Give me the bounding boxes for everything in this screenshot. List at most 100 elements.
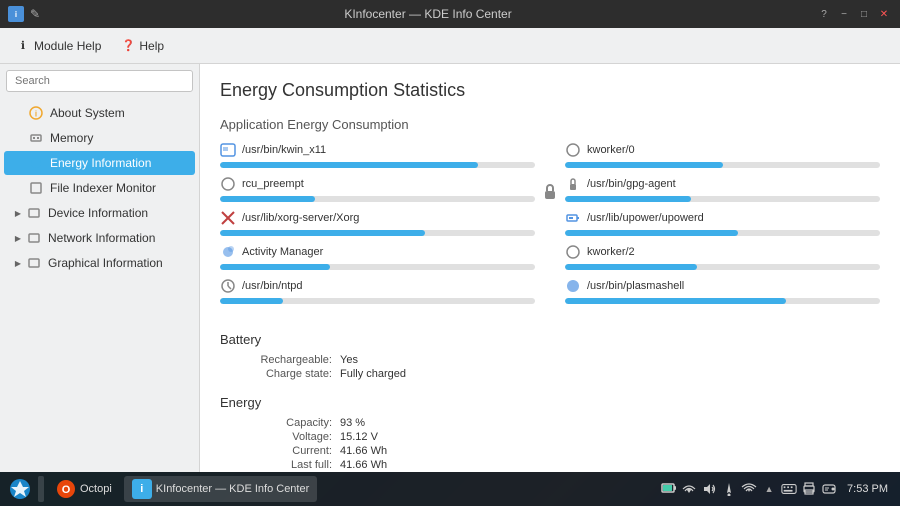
battery-section: Battery Rechargeable: Yes Charge state: …: [220, 332, 880, 381]
maximize-button[interactable]: □: [856, 6, 872, 22]
sidebar-item-energy-information[interactable]: Energy Information: [4, 151, 195, 175]
gpg-bar-container: [565, 196, 880, 202]
energy-icon: [28, 155, 44, 171]
rechargeable-value: Yes: [340, 354, 358, 366]
memory-label: Memory: [50, 131, 93, 145]
gpg-label: /usr/bin/gpg-agent: [587, 178, 676, 190]
wifi-icon[interactable]: [741, 481, 757, 497]
taskbar-octopi[interactable]: O Octopi: [48, 476, 120, 502]
charge-state-label: Charge state:: [220, 368, 340, 380]
graphical-information-label: Graphical Information: [48, 256, 163, 270]
plasmashell-bar: [565, 298, 786, 304]
systray: ▲: [661, 481, 837, 497]
energy-item-kworker0: kworker/0: [565, 142, 880, 168]
window-title: KInfocenter — KDE Info Center: [46, 7, 810, 21]
energy-item-upowerd: /usr/lib/upower/upowerd: [565, 210, 880, 236]
keyboard-icon[interactable]: [781, 481, 797, 497]
energy-item-xorg: /usr/lib/xorg-server/Xorg: [220, 210, 535, 236]
file-indexer-icon: [28, 180, 44, 196]
minimize-button[interactable]: −: [836, 6, 852, 22]
battery-charge-row: Charge state: Fully charged: [220, 367, 880, 381]
energy-item-kworker2: kworker/2: [565, 244, 880, 270]
help-menu[interactable]: ❓ Help: [113, 35, 172, 57]
energy-information-label: Energy Information: [50, 156, 151, 170]
energy-right-col: kworker/0 /usr/bin/gpg-agent: [565, 142, 880, 312]
energy-section: Energy Capacity: 93 % Voltage: 15.12 V C…: [220, 395, 880, 472]
activity-bar-container: [220, 264, 535, 270]
taskbar: O Octopi i KInfocenter — KDE Info Center: [0, 472, 900, 506]
gpg-bar: [565, 196, 691, 202]
energy-voltage-row: Voltage: 15.12 V: [220, 430, 880, 444]
content-scroll[interactable]: Energy Consumption Statistics Applicatio…: [200, 64, 900, 472]
sidebar-item-file-indexer[interactable]: File Indexer Monitor: [4, 176, 195, 200]
octopi-label: Octopi: [80, 483, 112, 495]
printer-icon[interactable]: [801, 481, 817, 497]
sidebar-item-graphical-information[interactable]: ▶ Graphical Information: [4, 251, 195, 275]
kworker0-bar-container: [565, 162, 880, 168]
energy-item-gpg: /usr/bin/gpg-agent: [565, 176, 880, 202]
network-icon: [26, 230, 42, 246]
energy-item-kwin: /usr/bin/kwin_x11: [220, 142, 535, 168]
sidebar-item-device-information[interactable]: ▶ Device Information: [4, 201, 195, 225]
activity-bar: [220, 264, 330, 270]
show-desktop-button[interactable]: [38, 476, 44, 502]
kwin-bar-container: [220, 162, 535, 168]
kwin-label: /usr/bin/kwin_x11: [242, 144, 326, 156]
battery-section-title: Battery: [220, 332, 880, 347]
energy-current-row: Current: 41.66 Wh: [220, 444, 880, 458]
capacity-label: Capacity:: [220, 417, 340, 429]
sidebar-item-memory[interactable]: Memory: [4, 126, 195, 150]
app-energy-section-title: Application Energy Consumption: [220, 117, 880, 132]
kworker2-bar: [565, 264, 697, 270]
module-help-label: Module Help: [34, 39, 101, 53]
kwin-bar: [220, 162, 478, 168]
help-icon: ❓: [121, 39, 135, 53]
file-indexer-label: File Indexer Monitor: [50, 181, 156, 195]
about-system-label: About System: [50, 106, 125, 120]
system-clock[interactable]: 7:53 PM: [841, 483, 894, 495]
volume-systray-icon[interactable]: [701, 481, 717, 497]
sidebar-item-about-system[interactable]: i About System: [4, 101, 195, 125]
graphical-icon: [26, 255, 42, 271]
sidebar: i About System Memory Energy Information: [0, 64, 200, 472]
help-button[interactable]: ?: [816, 6, 832, 22]
network-systray-icon[interactable]: [681, 481, 697, 497]
kde-launcher[interactable]: [6, 475, 34, 503]
kworker0-bar: [565, 162, 723, 168]
energy-section-title: Energy: [220, 395, 880, 410]
taskbar-kinfocenter[interactable]: i KInfocenter — KDE Info Center: [124, 476, 317, 502]
upowerd-label: /usr/lib/upower/upowerd: [587, 212, 704, 224]
titlebar: i ✎ KInfocenter — KDE Info Center ? − □ …: [0, 0, 900, 28]
search-input[interactable]: [6, 70, 193, 92]
plasmashell-label: /usr/bin/plasmashell: [587, 280, 684, 292]
arrow-up-icon[interactable]: ▲: [761, 481, 777, 497]
upowerd-bar-container: [565, 230, 880, 236]
sidebar-list: i About System Memory Energy Information: [0, 98, 199, 472]
menubar: ℹ Module Help ❓ Help: [0, 28, 900, 64]
app-energy-grid: /usr/bin/kwin_x11 rcu_preempt: [220, 142, 880, 312]
activity-label: Activity Manager: [242, 246, 323, 258]
hdd-icon[interactable]: [821, 481, 837, 497]
current-label: Current:: [220, 445, 340, 457]
voltage-label: Voltage:: [220, 431, 340, 443]
svg-text:i: i: [35, 110, 37, 119]
page-title: Energy Consumption Statistics: [220, 80, 880, 101]
ntpd-label: /usr/bin/ntpd: [242, 280, 303, 292]
module-help-menu[interactable]: ℹ Module Help: [8, 35, 109, 57]
kworker2-bar-container: [565, 264, 880, 270]
main-area: i About System Memory Energy Information: [0, 64, 900, 472]
rechargeable-label: Rechargeable:: [220, 354, 340, 366]
network-information-label: Network Information: [48, 231, 155, 245]
device-expand-icon: ▶: [12, 207, 24, 219]
app-window: ℹ Module Help ❓ Help i About System: [0, 28, 900, 472]
ntpd-bar-container: [220, 298, 535, 304]
current-value: 41.66 Wh: [340, 445, 387, 457]
close-button[interactable]: ✕: [876, 6, 892, 22]
kworker0-label: kworker/0: [587, 144, 635, 156]
sidebar-item-network-information[interactable]: ▶ Network Information: [4, 226, 195, 250]
xorg-label: /usr/lib/xorg-server/Xorg: [242, 212, 359, 224]
notification-systray-icon[interactable]: [721, 481, 737, 497]
battery-systray-icon[interactable]: [661, 481, 677, 497]
energy-capacity-row: Capacity: 93 %: [220, 416, 880, 430]
energy-item-ntpd: /usr/bin/ntpd: [220, 278, 535, 304]
